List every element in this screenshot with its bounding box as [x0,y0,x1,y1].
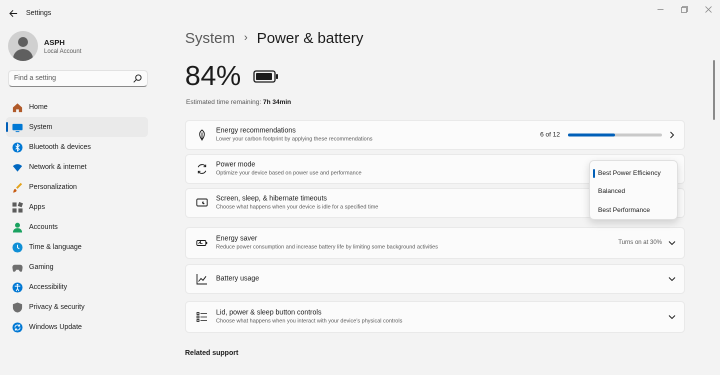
energy-saver-card[interactable]: Energy saver Reduce power consumption an… [185,227,685,259]
shield-icon [12,301,23,313]
power-mode-dropdown[interactable]: Best Power Efficiency Balanced Best Perf… [589,160,678,220]
user-profile[interactable]: ASPH Local Account [8,31,81,61]
screen-sleep-title: Screen, sleep, & hibernate timeouts [216,195,327,203]
minimize-icon [657,8,663,10]
search-icon [133,74,142,83]
window-controls [648,0,720,18]
brush-icon [12,182,23,193]
title-bar: Settings [0,0,720,26]
energy-recommendations-title: Energy recommendations [216,127,296,135]
energy-saver-icon [196,240,208,246]
maximize-button[interactable] [672,0,696,18]
energy-saver-desc: Reduce power consumption and increase ba… [216,244,438,251]
sidebar-item-windows-update[interactable]: Windows Update [6,317,148,337]
chevron-down-icon[interactable] [668,313,676,321]
globe-clock-icon [12,241,23,253]
battery-usage-title: Battery usage [216,275,260,283]
nav-list: Home System Bluetooth & devices Network … [6,97,148,337]
update-icon [12,321,23,333]
sidebar-item-time-language[interactable]: Time & language [6,237,148,257]
restore-icon [680,5,688,13]
close-button[interactable] [696,0,720,18]
screen-sleep-icon [196,198,208,207]
power-mode-icon [197,164,207,174]
minimize-button[interactable] [648,0,672,18]
home-icon [12,102,23,113]
sidebar-item-home[interactable]: Home [6,97,148,117]
leaf-icon [199,129,205,141]
back-arrow-icon [8,9,17,17]
sidebar-item-accessibility[interactable]: Accessibility [6,277,148,297]
sidebar-item-network[interactable]: Network & internet [6,157,148,177]
back-button[interactable] [1,1,25,25]
system-icon [12,122,23,133]
energy-recommendations-desc: Lower your carbon footprint by applying … [216,136,373,143]
search-input[interactable]: Find a setting [8,70,148,87]
battery-usage-card[interactable]: Battery usage [185,264,685,294]
lid-power-desc: Choose what happens when you interact wi… [216,318,403,325]
sidebar-item-gaming[interactable]: Gaming [6,257,148,277]
energy-recommendations-card[interactable]: Energy recommendations Lower your carbon… [185,120,685,150]
battery-icon [253,69,279,83]
dropdown-option-best-power-efficiency[interactable]: Best Power Efficiency [590,164,679,183]
energy-saver-title: Energy saver [216,235,258,243]
energy-saver-status: Turns on at 30% [618,240,662,246]
scrollbar[interactable] [713,60,715,120]
controls-list-icon [196,312,207,322]
estimated-time: Estimated time remaining: 7h 34min [186,99,292,106]
sidebar-item-apps[interactable]: Apps [6,197,148,217]
estimated-time-value: 7h 34min [262,99,292,106]
app-title: Settings [26,9,52,17]
apps-icon [12,201,23,213]
sidebar-item-system[interactable]: System [6,117,148,137]
wifi-icon [12,162,23,173]
progress-fill [568,133,615,137]
lid-power-card[interactable]: Lid, power & sleep button controls Choos… [185,301,685,333]
lid-power-title: Lid, power & sleep button controls [216,309,322,317]
user-account-type: Local Account [44,48,82,55]
power-mode-title: Power mode [216,161,256,169]
dropdown-option-balanced[interactable]: Balanced [590,182,679,201]
sidebar-item-accounts[interactable]: Accounts [6,217,148,237]
gamepad-icon [12,262,23,273]
breadcrumb: System › Power & battery [185,28,363,48]
sidebar: ASPH Local Account Find a setting Home S… [0,26,160,375]
power-mode-desc: Optimize your device based on power use … [216,170,362,177]
user-name: ASPH [44,37,65,47]
progress-count: 6 of 12 [540,131,560,139]
main-content: System › Power & battery 84% Estimated t… [185,26,705,375]
screen-sleep-desc: Choose what happens when your device is … [216,204,379,211]
battery-status: 84% [185,60,279,92]
battery-percentage: 84% [185,60,242,91]
accessibility-icon [12,281,23,293]
chart-icon [196,274,207,285]
breadcrumb-system[interactable]: System [185,30,235,47]
close-icon [704,5,712,13]
accounts-icon [12,222,23,233]
progress-bar [568,133,662,137]
bluetooth-icon [12,141,23,153]
related-support-heading: Related support [185,350,239,357]
chevron-down-icon[interactable] [668,239,676,247]
chevron-down-icon[interactable] [668,275,676,283]
chevron-right-icon: › [244,32,248,44]
dropdown-option-best-performance[interactable]: Best Performance [590,201,679,220]
recommendations-progress: 6 of 12 [540,132,662,139]
search-placeholder: Find a setting [14,75,57,82]
chevron-right-icon [670,131,675,139]
sidebar-item-privacy[interactable]: Privacy & security [6,297,148,317]
sidebar-item-personalization[interactable]: Personalization [6,177,148,197]
page-title: Power & battery [256,29,364,47]
avatar [8,31,38,61]
sidebar-item-bluetooth[interactable]: Bluetooth & devices [6,137,148,157]
